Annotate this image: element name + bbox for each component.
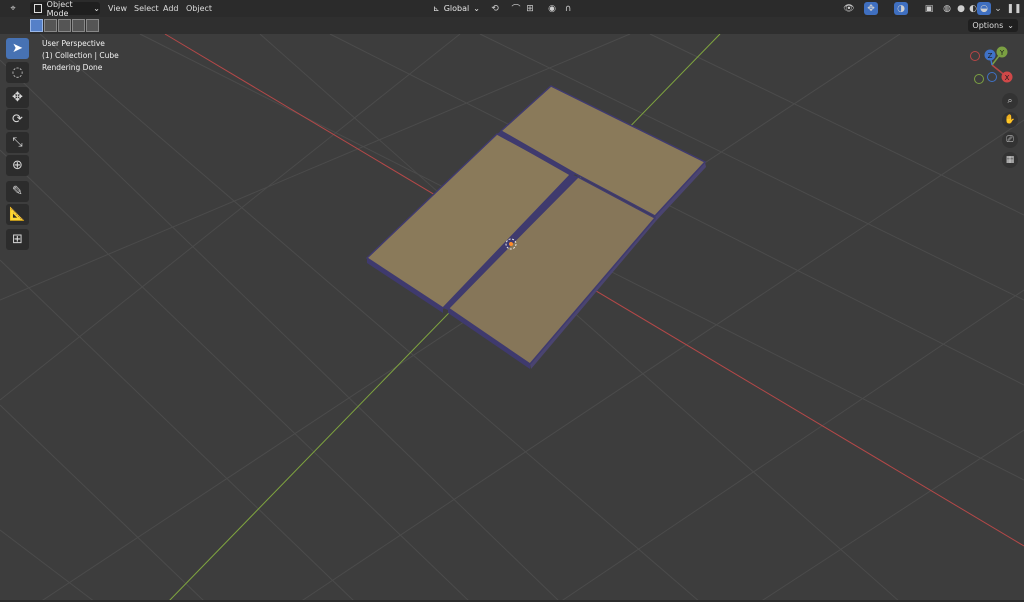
add-cube-tool[interactable]: ⊞ xyxy=(6,229,29,250)
cursor-3d-icon: ◌ xyxy=(11,65,24,80)
chevron-down-icon: ⌄ xyxy=(1007,21,1014,30)
orientation-icon: ⊾ xyxy=(433,4,440,13)
orientation-label: Global xyxy=(443,4,470,13)
shading-rendered-icon[interactable]: ◒ xyxy=(977,2,991,15)
gizmo-toggle-icon[interactable]: ✥ xyxy=(864,2,878,15)
menu-object[interactable]: Object xyxy=(186,2,212,15)
cursor-tool[interactable]: ◌ xyxy=(6,62,29,83)
proportional-edit-icon[interactable]: ◉ xyxy=(545,2,559,15)
chevron-down-icon: ⌄ xyxy=(93,4,100,13)
snap-target-icon[interactable]: ⊞ xyxy=(523,2,537,15)
xray-icon[interactable]: ▣ xyxy=(922,2,936,15)
select-box-tool[interactable]: ➤ xyxy=(6,38,29,59)
gizmo-y-label: Y xyxy=(999,49,1005,57)
render-status-label: Rendering Done xyxy=(42,63,103,72)
editor-type-icon[interactable]: ⌖ xyxy=(6,2,20,15)
pause-icon[interactable]: ❚❚ xyxy=(1006,2,1021,15)
transform-tool[interactable]: ⊕ xyxy=(6,155,29,176)
gizmo-z-label: Z xyxy=(988,52,993,60)
menu-view[interactable]: View xyxy=(108,2,127,15)
select-invert-icon[interactable] xyxy=(72,19,85,32)
gizmo-x-label: X xyxy=(1005,74,1010,82)
rotate-tool[interactable]: ⟳ xyxy=(6,109,29,130)
options-dropdown[interactable]: Options ⌄ xyxy=(968,19,1018,32)
overlays-toggle-icon[interactable]: ◑ xyxy=(894,2,908,15)
cursor-arrow-icon: ➤ xyxy=(12,41,23,56)
add-cube-icon: ⊞ xyxy=(12,232,23,247)
menu-add[interactable]: Add xyxy=(163,2,179,15)
mode-dropdown[interactable]: Object Mode ⌄ xyxy=(30,0,100,18)
ruler-icon: 📐 xyxy=(9,207,26,222)
select-new-icon[interactable] xyxy=(30,19,43,32)
select-intersect-icon[interactable] xyxy=(86,19,99,32)
collection-label: (1) Collection | Cube xyxy=(42,51,119,60)
tool-header xyxy=(0,17,1024,34)
mode-label: Object Mode xyxy=(46,0,73,18)
move-icon: ✥ xyxy=(12,90,23,105)
pivot-point-icon[interactable]: ⟲ xyxy=(488,2,502,15)
shading-wireframe-icon[interactable]: ◍ xyxy=(940,2,954,15)
visibility-icon[interactable]: 👁 xyxy=(842,2,856,15)
scale-tool[interactable]: ⤡ xyxy=(6,132,29,153)
viewport-3d[interactable]: X Y Z xyxy=(0,0,1024,602)
chevron-down-icon: ⌄ xyxy=(473,4,480,13)
measure-tool[interactable]: 📐 xyxy=(6,204,29,225)
annotate-tool[interactable]: ✎ xyxy=(6,181,29,202)
chevron-down-icon[interactable]: ⌄ xyxy=(991,2,1005,15)
transform-orientation-dropdown[interactable]: ⊾ Global ⌄ xyxy=(431,2,483,15)
selection-mode-group xyxy=(30,19,99,32)
camera-view-icon[interactable]: ⎚ xyxy=(1002,132,1018,148)
perspective-toggle-icon[interactable]: ▦ xyxy=(1002,152,1018,168)
menu-select[interactable]: Select xyxy=(134,2,159,15)
object-mode-icon xyxy=(34,4,42,13)
transform-icon: ⊕ xyxy=(12,158,23,173)
select-subtract-icon[interactable] xyxy=(58,19,71,32)
pan-hand-icon[interactable]: ✋ xyxy=(1002,112,1018,128)
options-label: Options xyxy=(972,21,1004,30)
snap-icon[interactable]: ⌒ xyxy=(509,2,523,15)
falloff-icon[interactable]: ∩ xyxy=(561,2,575,15)
rotate-icon: ⟳ xyxy=(12,112,23,127)
move-tool[interactable]: ✥ xyxy=(6,87,29,108)
perspective-label: User Perspective xyxy=(42,39,105,48)
zoom-icon[interactable]: ⌕ xyxy=(1002,93,1018,109)
scale-icon: ⤡ xyxy=(12,135,23,150)
viewport-header: ⌖ Object Mode ⌄ View Select Add Object ⊾… xyxy=(0,0,1024,18)
pencil-icon: ✎ xyxy=(12,184,23,199)
select-extend-icon[interactable] xyxy=(44,19,57,32)
